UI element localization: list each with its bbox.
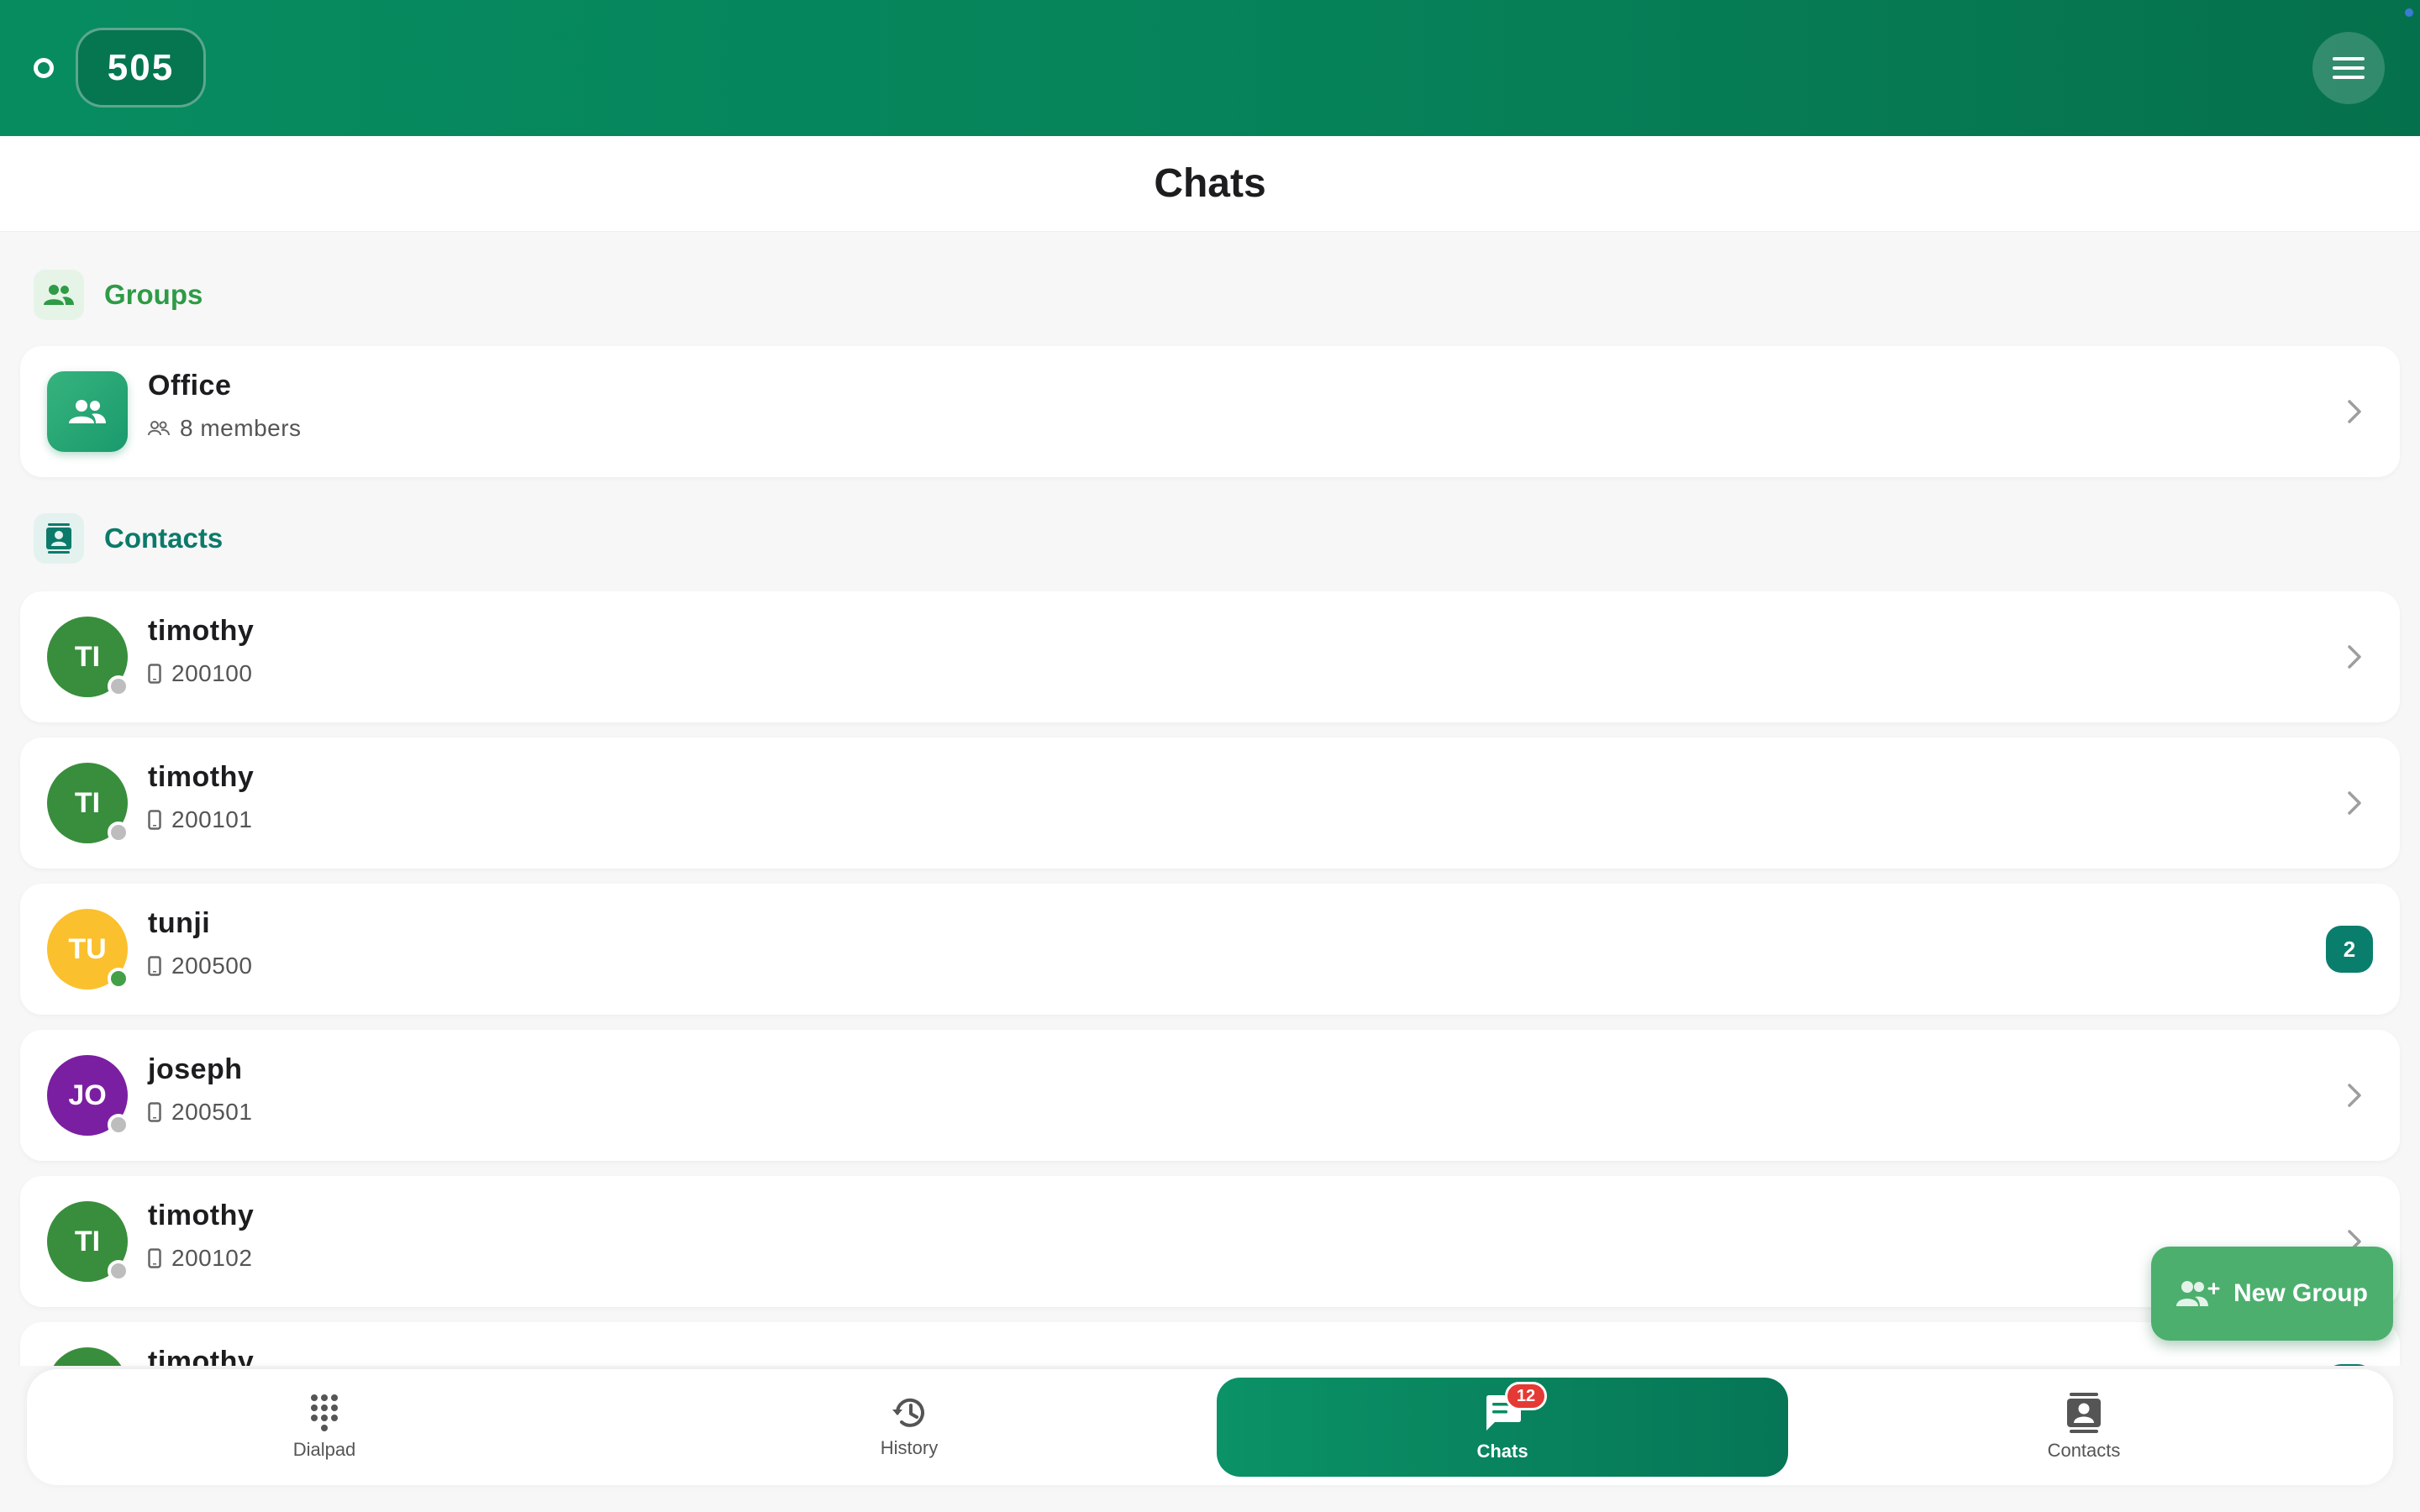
unread-badge: 2: [2326, 926, 2373, 973]
chevron-right-icon: [2338, 640, 2371, 674]
mobile-phone-icon: [148, 1102, 161, 1122]
add-group-icon: [2175, 1279, 2220, 1308]
chat-icon: 12: [1483, 1382, 1547, 1434]
group-icon: [69, 400, 106, 423]
contact-item[interactable]: JO joseph 200501: [20, 1030, 2400, 1161]
history-icon: [891, 1395, 928, 1431]
group-icon: [34, 270, 84, 320]
contact-card-icon: [34, 513, 84, 564]
nav-dialpad[interactable]: Dialpad: [39, 1378, 610, 1477]
chat-list[interactable]: Groups Office 8 members Contacts TI timo…: [0, 232, 2420, 1366]
groups-section-label: Groups: [104, 279, 203, 310]
group-name: Office: [148, 370, 232, 402]
hamburger-menu-icon: [2333, 57, 2365, 79]
presence-indicator: [108, 1114, 129, 1136]
avatar: JO: [47, 1055, 129, 1136]
unread-badge: [2326, 1364, 2373, 1366]
avatar-initials: TI: [74, 1225, 101, 1257]
presence-indicator: [108, 1260, 129, 1282]
nav-chats[interactable]: 12 Chats: [1217, 1378, 1788, 1477]
contact-name: timothy: [148, 1346, 255, 1366]
avatar-initials: TI: [74, 640, 101, 673]
app-header: 505: [0, 0, 2420, 136]
avatar: TI: [47, 617, 129, 697]
chevron-right-icon: [2338, 786, 2371, 820]
nav-contacts-label: Contacts: [2047, 1440, 2121, 1461]
indicator-dot: [2405, 8, 2413, 17]
contact-number-row: 200501: [148, 1099, 252, 1126]
contact-name: joseph: [148, 1053, 243, 1085]
mobile-phone-icon: [148, 810, 161, 830]
dialpad-icon: [309, 1394, 339, 1432]
mobile-phone-icon: [148, 956, 161, 976]
contact-number: 200100: [171, 660, 253, 686]
contact-item[interactable]: TU tunji 200500 2: [20, 884, 2400, 1015]
groups-section-header: Groups: [34, 269, 203, 321]
contact-number: 200101: [171, 806, 253, 832]
contact-item[interactable]: TI timothy 200100: [20, 591, 2400, 722]
avatar: TI: [47, 763, 129, 843]
chevron-right-icon: [2338, 1079, 2371, 1112]
avatar: TI: [47, 1201, 129, 1282]
contact-number: 200500: [171, 953, 253, 979]
title-bar: Chats: [0, 136, 2420, 232]
group-item-office[interactable]: Office 8 members: [20, 346, 2400, 477]
mobile-phone-icon: [148, 664, 161, 684]
members-icon: [148, 421, 170, 436]
chevron-right-icon: [2338, 395, 2371, 428]
mobile-phone-icon: [148, 1248, 161, 1268]
contact-item[interactable]: TI timothy 200102: [20, 1176, 2400, 1307]
contact-name: timothy: [148, 1200, 255, 1231]
contact-number-row: 200500: [148, 953, 252, 979]
contact-number: 200501: [171, 1099, 253, 1125]
avatar-initials: TI: [74, 786, 101, 819]
avatar: TU: [47, 909, 129, 990]
bottom-navigation: Dialpad History 12 Chats Contacts: [27, 1369, 2393, 1485]
contact-item[interactable]: TI timothy 200101: [20, 738, 2400, 869]
extension-badge[interactable]: 505: [76, 28, 206, 108]
nav-history[interactable]: History: [623, 1378, 1195, 1477]
avatar-initials: JO: [68, 1079, 107, 1111]
contact-name: timothy: [148, 761, 255, 793]
group-members: 8 members: [148, 415, 302, 442]
menu-button[interactable]: [2312, 32, 2385, 104]
nav-dialpad-label: Dialpad: [292, 1439, 356, 1460]
contact-number-row: 200102: [148, 1245, 252, 1272]
status-ring-icon[interactable]: [34, 58, 54, 78]
presence-indicator: [108, 822, 129, 843]
contact-item[interactable]: TI timothy: [20, 1322, 2400, 1366]
nav-chats-label: Chats: [1476, 1441, 1528, 1462]
chats-unread-badge: 12: [1505, 1382, 1547, 1410]
contact-number: 200102: [171, 1245, 253, 1271]
presence-indicator: [108, 675, 129, 697]
presence-indicator: [108, 968, 129, 990]
contacts-section-header: Contacts: [34, 512, 223, 564]
group-members-count: 8 members: [180, 415, 302, 441]
group-avatar: [47, 371, 128, 452]
contact-number-row: 200100: [148, 660, 252, 687]
contacts-section-label: Contacts: [104, 522, 224, 554]
nav-contacts[interactable]: Contacts: [1798, 1378, 2370, 1477]
contact-name: timothy: [148, 615, 255, 647]
nav-history-label: History: [880, 1437, 939, 1458]
contact-name: tunji: [148, 907, 211, 939]
contact-number-row: 200101: [148, 806, 252, 833]
new-group-button[interactable]: New Group: [2151, 1247, 2393, 1341]
page-title: Chats: [1154, 161, 1266, 206]
avatar: TI: [47, 1347, 128, 1366]
contacts-book-icon: [2067, 1393, 2101, 1433]
avatar-initials: TU: [68, 932, 107, 965]
new-group-label: New Group: [2233, 1279, 2368, 1307]
